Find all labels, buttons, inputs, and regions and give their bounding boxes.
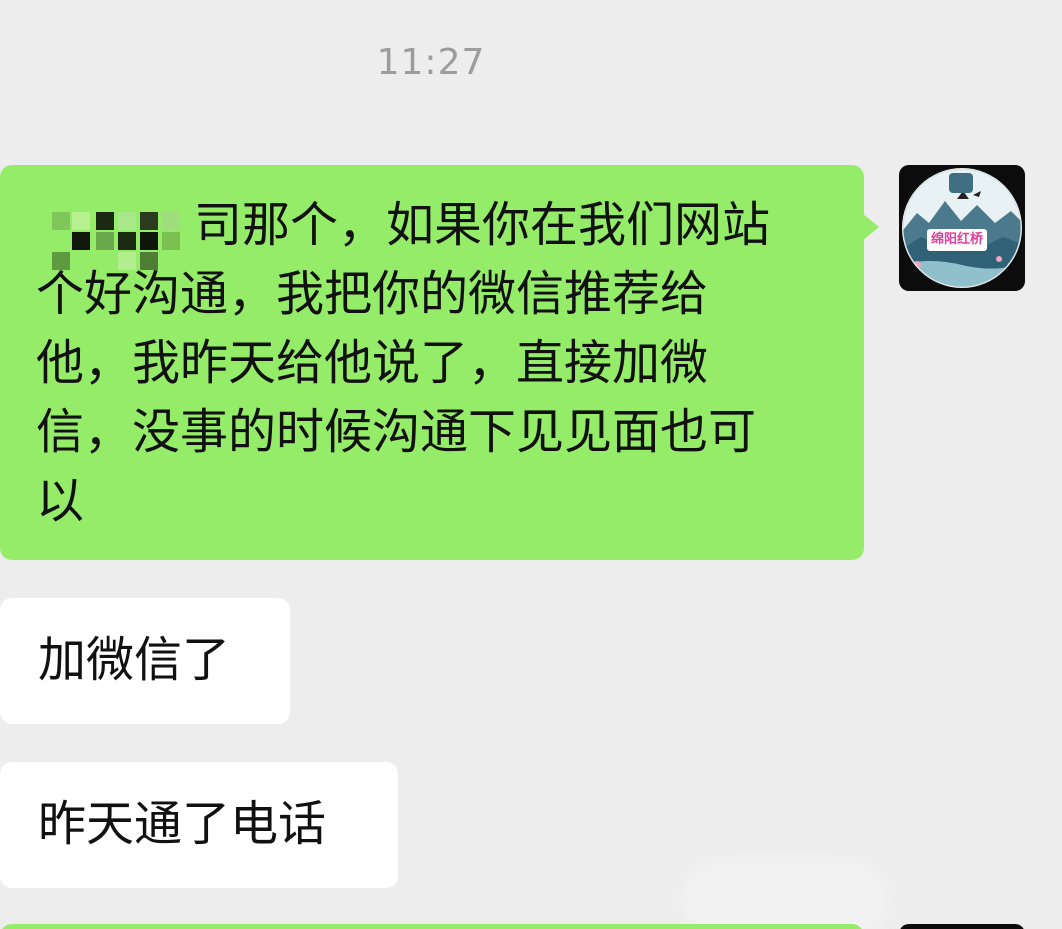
message-line-1: 司那个，如果你在我们网站 [194,197,771,253]
received-message-bubble[interactable]: 加微信了 [0,598,290,724]
message-timestamp: 11:27 [376,42,486,83]
received-message-bubble[interactable]: 昨天通了电话 [0,762,398,888]
contact-avatar[interactable]: 绵阳红桥 [899,165,1025,291]
message-text: 昨天通了电话 [38,796,327,852]
message-text: 加微信了 [38,632,231,688]
smudge-overlay [680,860,890,929]
bubble-tail [863,214,879,240]
avatar-label: 绵阳红桥 [927,229,987,251]
message-line-4: 信，没事的时候沟通下见见面也可 [36,404,757,460]
avatar-landscape-icon [902,168,1022,288]
chat-area[interactable]: 11:27 司那个，如果你在我们网站 个好沟通，我把你的微信推荐给 他，我昨天给… [0,0,1062,929]
sent-message-bubble-partial[interactable] [0,924,864,929]
message-line-2: 个好沟通，我把你的微信推荐给 [36,266,709,322]
message-line-3: 他，我昨天给他说了，直接加微 [36,335,709,391]
contact-avatar-partial[interactable] [899,924,1025,929]
message-line-5: 以 [36,473,85,529]
